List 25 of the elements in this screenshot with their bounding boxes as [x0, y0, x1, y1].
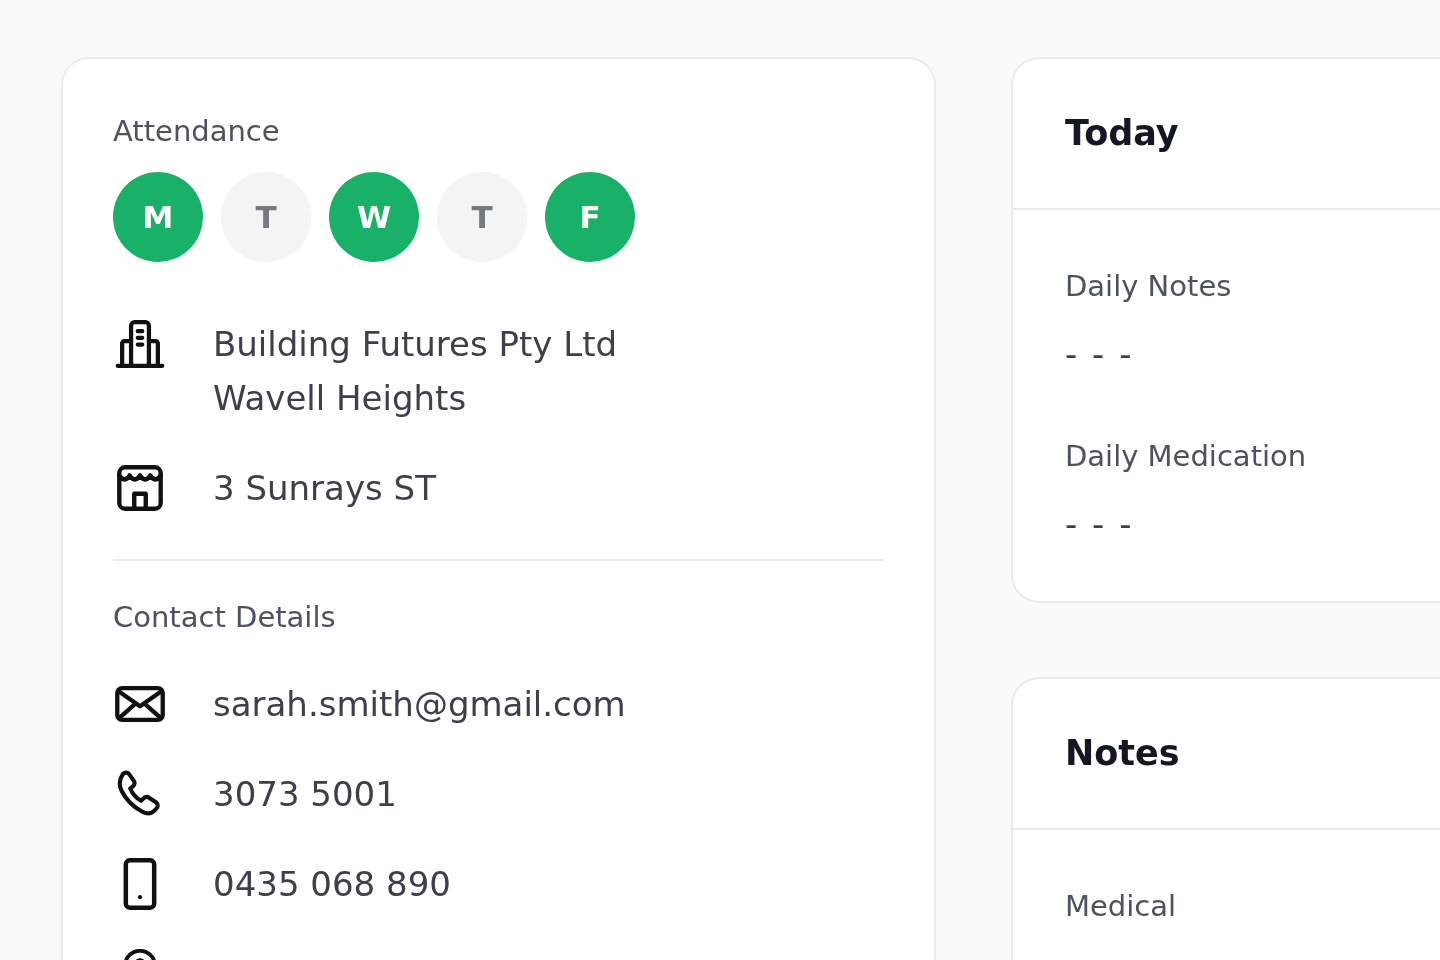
contact-text: sarah.smith@gmail.com — [213, 683, 627, 726]
card-title: Notes — [1065, 732, 1181, 775]
map-pin-icon — [123, 949, 157, 960]
section-label: Attendance — [113, 114, 281, 149]
address-text: 3 Sunrays ST — [213, 467, 437, 510]
field-value: - - - — [1065, 334, 1135, 374]
field-label: Medical — [1065, 889, 1178, 924]
address-text: Building Futures Pty Ltd — [213, 323, 619, 366]
day-circle: T — [437, 172, 527, 262]
field-value: - - - — [1065, 504, 1135, 544]
storefront-icon — [117, 465, 163, 511]
contact-text: 3073 5001 — [213, 773, 398, 816]
day-circle: W — [329, 172, 419, 262]
building-icon — [115, 320, 165, 368]
day-circle: M — [113, 172, 203, 262]
field-label: Daily Notes — [1065, 269, 1233, 304]
day-circle: F — [545, 172, 635, 262]
envelope-icon — [115, 685, 165, 723]
mobile-phone-icon — [123, 858, 157, 910]
card-title: Today — [1065, 112, 1180, 155]
address-text: Wavell Heights — [213, 377, 468, 420]
field-label: Daily Medication — [1065, 439, 1308, 474]
day-circle: T — [221, 172, 311, 262]
contact-text: 0435 068 890 — [213, 863, 452, 906]
section-label: Contact Details — [113, 600, 337, 635]
